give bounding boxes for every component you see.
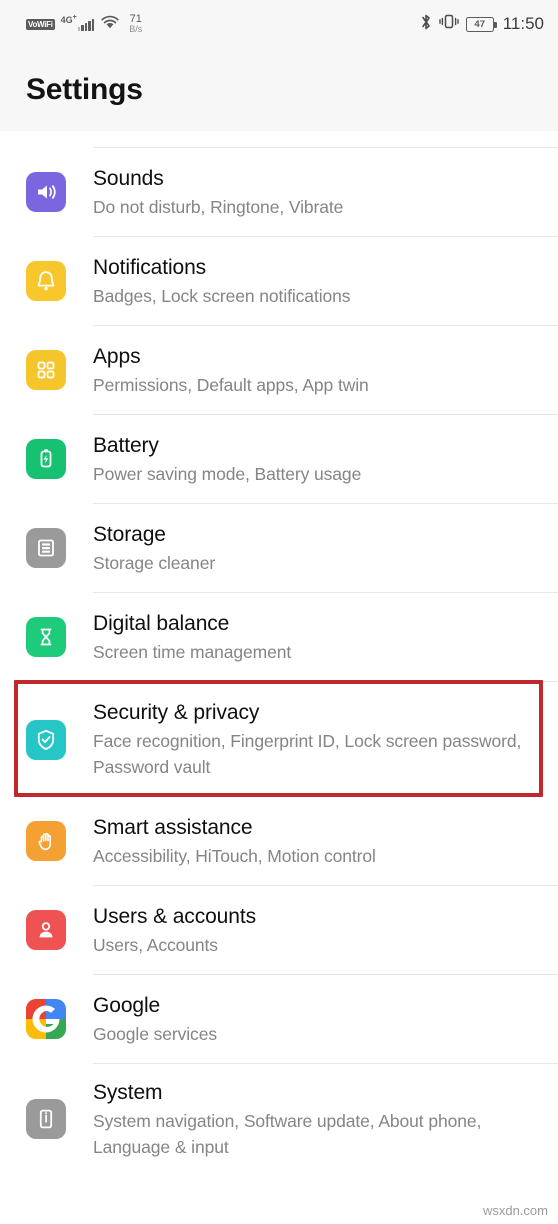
settings-item-smart-assistance[interactable]: Smart assistance Accessibility, HiTouch,… xyxy=(0,797,558,885)
bell-icon xyxy=(26,261,66,301)
battery-percent-label: 47 xyxy=(474,18,485,30)
page-header: Settings xyxy=(0,48,558,131)
page-title: Settings xyxy=(26,72,143,106)
settings-item-digital-balance[interactable]: Digital balance Screen time management xyxy=(0,593,558,681)
settings-item-title: System xyxy=(93,1080,163,1104)
network-type-sup: + xyxy=(72,13,77,21)
network-speed-unit: B/s xyxy=(129,24,143,34)
settings-item-subtitle: Permissions, Default apps, App twin xyxy=(93,374,369,395)
settings-item-subtitle: Accessibility, HiTouch, Motion control xyxy=(93,845,376,866)
settings-item-subtitle: Google services xyxy=(93,1023,217,1044)
settings-item-title: Digital balance xyxy=(93,611,230,635)
settings-item-title: Battery xyxy=(93,433,159,457)
battery-bolt-icon xyxy=(26,439,66,479)
settings-item-title: Users & accounts xyxy=(93,904,256,928)
watermark-label: wsxdn.com xyxy=(482,1203,548,1218)
app-grid-icon xyxy=(26,350,66,390)
hand-icon xyxy=(26,821,66,861)
settings-item-title: Apps xyxy=(93,344,141,368)
settings-item-title: Notifications xyxy=(93,255,207,279)
settings-item-storage[interactable]: Storage Storage cleaner xyxy=(0,504,558,592)
settings-item-subtitle: Do not disturb, Ringtone, Vibrate xyxy=(93,196,344,217)
mobile-signal-icon: 4G+ xyxy=(60,14,95,31)
settings-item-subtitle: Screen time management xyxy=(93,641,292,662)
vowifi-badge-icon: VoWiFi xyxy=(26,18,55,30)
person-icon xyxy=(26,910,66,950)
settings-item-subtitle: Storage cleaner xyxy=(93,552,216,573)
vibrate-icon xyxy=(439,13,459,35)
settings-item-battery[interactable]: Battery Power saving mode, Battery usage xyxy=(0,415,558,503)
settings-item-title: Security & privacy xyxy=(93,701,260,724)
settings-item-title: Sounds xyxy=(93,166,164,190)
settings-item-subtitle: System navigation, Software update, Abou… xyxy=(93,1110,482,1157)
settings-item-system[interactable]: System System navigation, Software updat… xyxy=(0,1064,558,1174)
settings-item-security-privacy[interactable]: Security & privacy Face recognition, Fin… xyxy=(0,682,558,797)
battery-icon: 47 xyxy=(465,16,497,32)
network-speed-indicator: 71 B/s xyxy=(129,13,143,35)
status-bar-left: VoWiFi 4G+ 71 B/s xyxy=(26,14,142,34)
settings-list: Lockscreen and wallpaper, Home screen & … xyxy=(0,131,558,1174)
phone-info-icon xyxy=(26,1099,66,1139)
speaker-icon xyxy=(26,172,66,212)
status-bar: VoWiFi 4G+ 71 B/s 47 11:50 xyxy=(0,0,558,48)
settings-item-apps[interactable]: Apps Permissions, Default apps, App twin xyxy=(0,326,558,414)
network-speed-value: 71 xyxy=(129,13,142,25)
settings-item-sounds[interactable]: Sounds Do not disturb, Ringtone, Vibrate xyxy=(0,148,558,236)
settings-item-title: Google xyxy=(93,993,161,1017)
status-bar-right: 47 11:50 xyxy=(420,13,544,36)
settings-item-notifications[interactable]: Notifications Badges, Lock screen notifi… xyxy=(0,237,558,325)
bluetooth-icon xyxy=(420,13,432,36)
clock-label: 11:50 xyxy=(502,14,544,33)
settings-item-subtitle: Users, Accounts xyxy=(93,934,218,955)
signal-bars-icon xyxy=(77,18,95,31)
settings-item-users-accounts[interactable]: Users & accounts Users, Accounts xyxy=(0,886,558,974)
settings-item-title: Storage xyxy=(93,522,166,546)
hourglass-icon xyxy=(26,617,66,657)
settings-item-subtitle: Badges, Lock screen notifications xyxy=(93,285,351,306)
settings-item-google[interactable]: Google Google services xyxy=(0,975,558,1063)
settings-item-title: Smart assistance xyxy=(93,815,253,839)
settings-item-subtitle: Power saving mode, Battery usage xyxy=(93,463,362,484)
settings-item-subtitle: Face recognition, Fingerprint ID, Lock s… xyxy=(93,731,522,777)
storage-list-icon xyxy=(26,528,66,568)
cut-off-row: Lockscreen and wallpaper, Home screen & … xyxy=(0,131,558,147)
google-g-icon xyxy=(26,999,66,1039)
shield-check-icon xyxy=(26,719,66,760)
network-type-label: 4G xyxy=(60,14,73,25)
wifi-icon xyxy=(100,14,120,34)
